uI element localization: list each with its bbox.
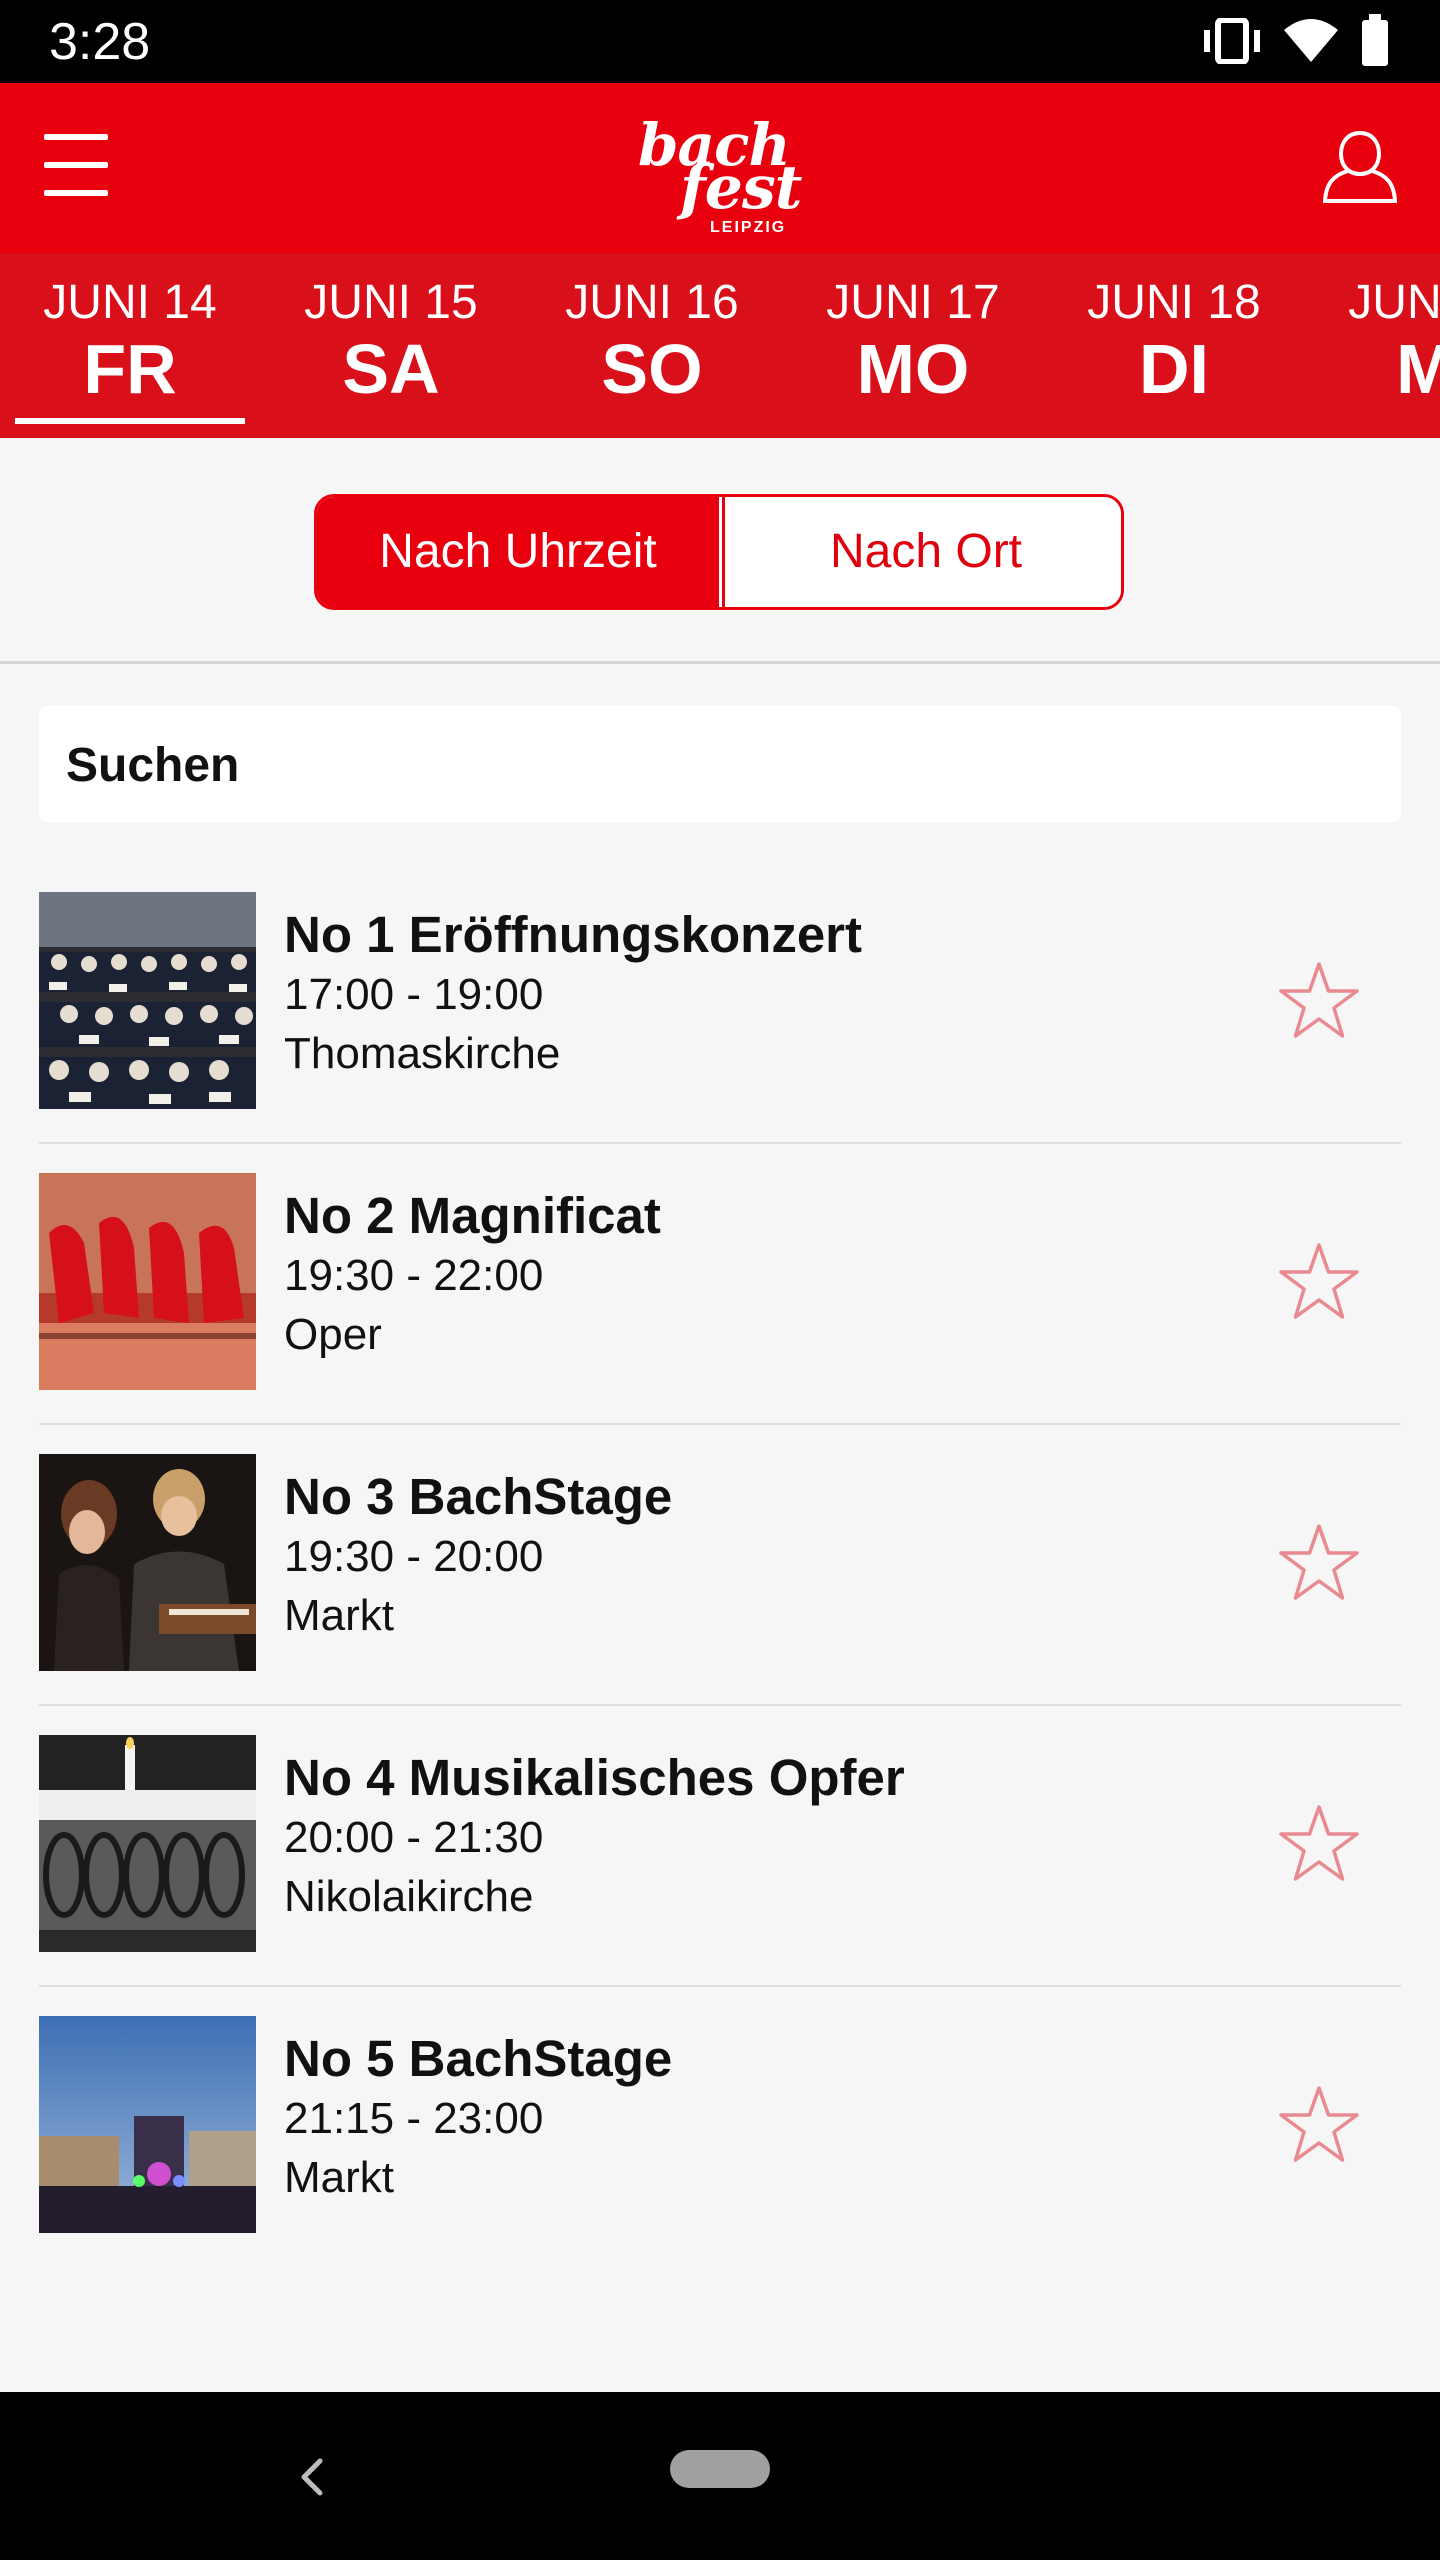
event-title: No 5 BachStage: [284, 2030, 673, 2087]
event-thumbnail-dancers: [39, 1173, 256, 1390]
date-tab-weekday: MI: [1396, 330, 1440, 408]
favorite-star-icon[interactable]: [1277, 1240, 1361, 1324]
date-tab-date: JUNI 17: [826, 276, 1000, 329]
date-tab-weekday: FR: [83, 330, 177, 408]
favorite-star-icon[interactable]: [1277, 2083, 1361, 2167]
date-tab-weekday: SA: [342, 330, 440, 408]
event-venue: Nikolaikirche: [284, 1872, 534, 1921]
event-thumbnail-altar: [39, 1735, 256, 1952]
date-tab-weekday: SO: [601, 330, 703, 408]
logo-line-3: LEIPZIG: [710, 219, 787, 236]
search-input[interactable]: [64, 706, 1368, 824]
date-tab-date: JUNI 14: [43, 276, 217, 329]
battery-icon: [1362, 14, 1388, 66]
logo-line-2: fest: [680, 153, 802, 223]
event-title: No 2 Magnificat: [284, 1187, 661, 1244]
event-time: 21:15 - 23:00: [284, 2094, 544, 2143]
date-tab-bar: JUNI 14 FR JUNI 15 SA JUNI 16 SO JUNI 17…: [0, 253, 1440, 438]
favorite-star-icon[interactable]: [1277, 1521, 1361, 1605]
app-header: bach fest LEIPZIG: [0, 83, 1440, 253]
sort-segmented-control: Nach Uhrzeit Nach Ort: [314, 494, 1124, 610]
event-list-item[interactable]: No 4 Musikalisches Opfer 20:00 - 21:30 N…: [39, 1704, 1401, 1987]
date-tab-weekday: DI: [1139, 330, 1209, 408]
system-nav-bar: [0, 2392, 1440, 2560]
event-title: No 3 BachStage: [284, 1468, 673, 1525]
favorite-star-icon[interactable]: [1277, 1802, 1361, 1886]
event-list-item[interactable]: No 3 BachStage 19:30 - 20:00 Markt: [39, 1423, 1401, 1706]
selected-tab-indicator: [15, 418, 245, 424]
event-thumbnail-market-square: [39, 2016, 256, 2233]
sort-toggle-area: Nach Uhrzeit Nach Ort: [0, 438, 1440, 664]
date-tab-date: JUNI 16: [565, 276, 739, 329]
date-tab-juni-14[interactable]: JUNI 14 FR: [15, 253, 245, 438]
date-tab-date: JUNI 18: [1087, 276, 1261, 329]
status-time: 3:28: [49, 13, 151, 71]
vibrate-icon: [1204, 18, 1260, 64]
event-time: 19:30 - 22:00: [284, 1251, 544, 1300]
event-time: 17:00 - 19:00: [284, 970, 544, 1019]
date-tab-weekday: MO: [856, 330, 970, 408]
date-tab-date: JUNI 19: [1348, 276, 1440, 329]
date-tab-juni-16[interactable]: JUNI 16 SO: [537, 253, 767, 438]
sort-by-place-button[interactable]: Nach Ort: [722, 497, 1121, 607]
date-tab-date: JUNI 15: [304, 276, 478, 329]
event-list-item[interactable]: No 2 Magnificat 19:30 - 22:00 Oper: [39, 1142, 1401, 1425]
date-tab-juni-19[interactable]: JUNI 19 MI: [1320, 253, 1440, 438]
event-thumbnail-choir: [39, 892, 256, 1109]
event-venue: Markt: [284, 1591, 394, 1640]
sort-by-time-button[interactable]: Nach Uhrzeit: [317, 497, 719, 607]
status-bar: 3:28: [0, 0, 1440, 83]
date-tab-juni-15[interactable]: JUNI 15 SA: [276, 253, 506, 438]
event-time: 19:30 - 20:00: [284, 1532, 544, 1581]
profile-button[interactable]: [1320, 127, 1400, 207]
home-pill-button[interactable]: [670, 2450, 770, 2488]
search-box: [39, 706, 1401, 824]
back-chevron-icon[interactable]: [290, 2447, 330, 2507]
event-list-item[interactable]: No 1 Eröffnungskonzert 17:00 - 19:00 Tho…: [39, 861, 1401, 1144]
event-title: No 1 Eröffnungskonzert: [284, 906, 863, 963]
event-venue: Oper: [284, 1310, 382, 1359]
menu-button[interactable]: [44, 134, 110, 196]
event-venue: Thomaskirche: [284, 1029, 561, 1078]
event-list-item[interactable]: No 5 BachStage 21:15 - 23:00 Markt: [39, 1985, 1401, 2266]
user-profile-icon: [1322, 130, 1398, 203]
event-thumbnail-musicians: [39, 1454, 256, 1671]
favorite-star-icon[interactable]: [1277, 959, 1361, 1043]
hamburger-menu-icon: [44, 134, 108, 140]
date-tab-juni-17[interactable]: JUNI 17 MO: [798, 253, 1028, 438]
event-title: No 4 Musikalisches Opfer: [284, 1749, 905, 1806]
event-time: 20:00 - 21:30: [284, 1813, 544, 1862]
date-tab-juni-18[interactable]: JUNI 18 DI: [1059, 253, 1289, 438]
bachfest-logo: bach fest LEIPZIG: [630, 115, 810, 236]
event-venue: Markt: [284, 2153, 394, 2202]
wifi-icon: [1284, 19, 1338, 62]
